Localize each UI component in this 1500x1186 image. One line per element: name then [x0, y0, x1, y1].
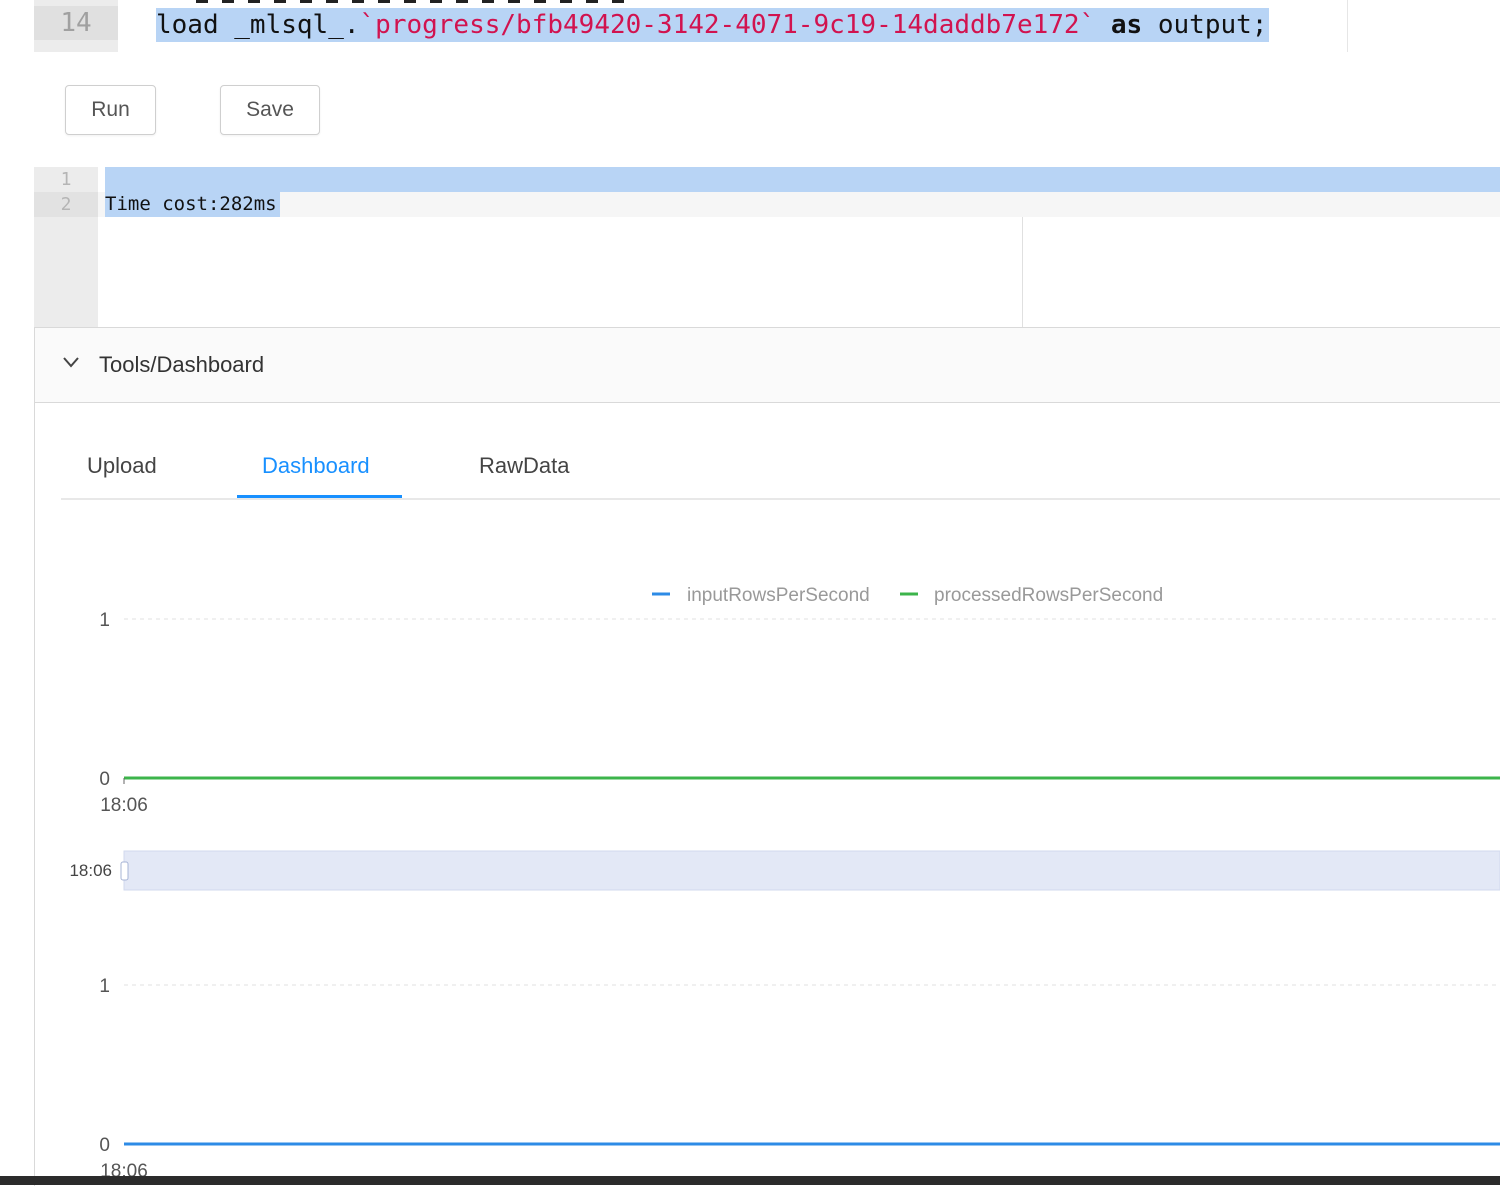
code-keyword-as: as: [1110, 10, 1143, 40]
datazoom-slider[interactable]: 18:06: [69, 850, 1500, 891]
chevron-down-icon[interactable]: [61, 352, 81, 372]
chart-throughput: inputRowsPerSecond processedRowsPerSecon…: [99, 585, 1500, 816]
slider-handle[interactable]: [120, 861, 129, 881]
slider-track: [123, 850, 1500, 891]
print-margin: [1347, 0, 1348, 52]
code-path-string: `progress/bfb49420-3142-4071-9c19-14dadd…: [359, 10, 1096, 40]
run-button[interactable]: Run: [65, 85, 156, 135]
x-tick-label: 18:06: [100, 1161, 148, 1176]
tab-upload[interactable]: Upload: [87, 452, 157, 480]
previous-line-fragment: [196, 0, 636, 5]
tab-dashboard[interactable]: Dashboard: [262, 452, 370, 480]
code-target: output;: [1157, 10, 1268, 40]
active-tab-indicator: [237, 495, 402, 498]
y-tick-label: 1: [99, 610, 110, 631]
y-tick-label: 1: [99, 976, 110, 997]
y-tick-label: 0: [99, 1135, 110, 1156]
chart-legend[interactable]: inputRowsPerSecond processedRowsPerSecon…: [652, 585, 1163, 606]
tab-rawdata[interactable]: RawData: [479, 452, 569, 480]
output-time-cost: Time cost:282ms: [105, 192, 280, 217]
x-tick-label: 18:06: [100, 795, 148, 816]
window-bottom-edge: [0, 1176, 1500, 1185]
editor-gutter: 14: [34, 0, 118, 52]
output-editor[interactable]: 1 2 Time cost:282ms: [34, 167, 1500, 327]
output-line-number: 2: [34, 192, 98, 217]
panel-header[interactable]: Tools/Dashboard: [35, 328, 1500, 403]
output-gutter: 1 2: [34, 167, 98, 327]
output-active-row: [98, 192, 1500, 217]
slider-start-label: 18:06: [69, 861, 112, 880]
code-keyword-load: load: [156, 10, 219, 40]
line-number: 14: [34, 6, 118, 40]
output-line-number: 1: [60, 169, 72, 190]
legend-processed-rows: processedRowsPerSecond: [934, 585, 1163, 606]
output-selection-row: [105, 167, 1500, 192]
output-print-margin: [1022, 217, 1023, 327]
legend-input-rows: inputRowsPerSecond: [687, 585, 870, 606]
save-button[interactable]: Save: [220, 85, 320, 135]
y-tick-label: 0: [99, 769, 110, 790]
code-source: _mlsql_.: [234, 10, 360, 40]
tab-bar-divider: [61, 498, 1500, 500]
dashboard-charts: inputRowsPerSecond processedRowsPerSecon…: [69, 585, 1500, 1176]
code-editor[interactable]: 14 load _mlsql_.`progress/bfb49420-3142-…: [34, 0, 1500, 52]
code-line[interactable]: load _mlsql_.`progress/bfb49420-3142-407…: [156, 8, 1270, 42]
chart-secondary: 1 0 18:06: [99, 976, 1500, 1176]
panel-title: Tools/Dashboard: [99, 352, 265, 377]
